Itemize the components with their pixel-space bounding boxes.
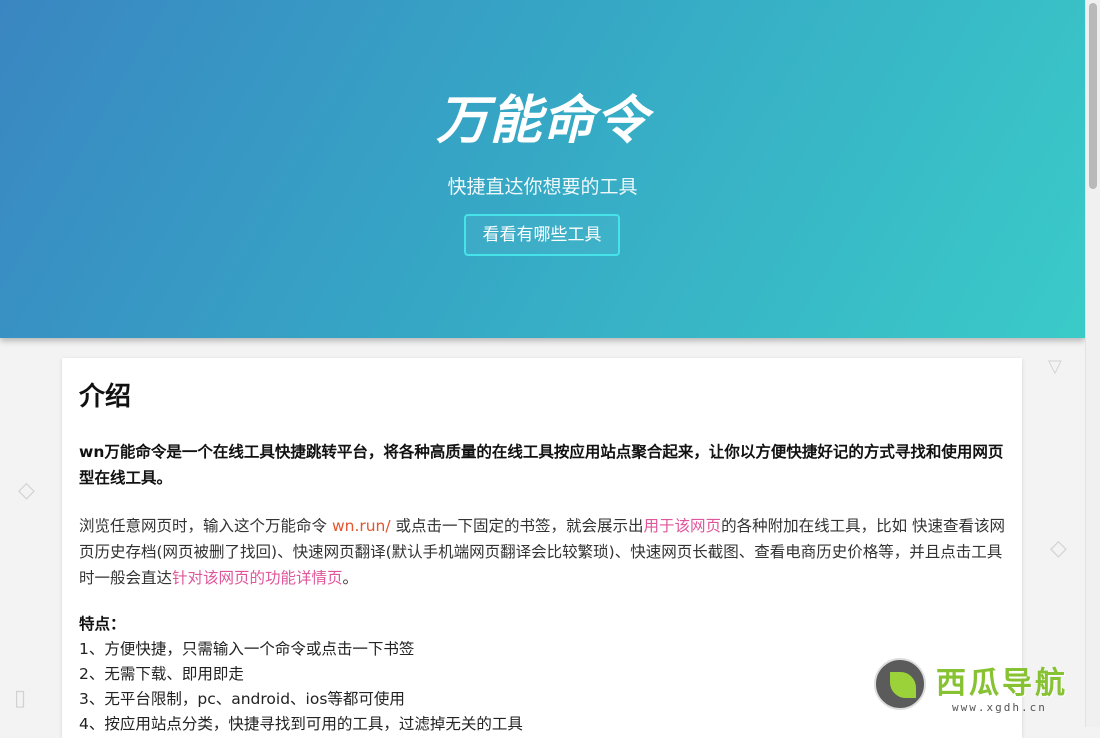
- site-title: 万能命令: [436, 91, 649, 151]
- intro-paragraph: 浏览任意网页时，输入这个万能命令 wn.run/ 或点击一下固定的书签，就会展示…: [79, 513, 1005, 591]
- feature-item: 4、按应用站点分类，快捷寻找到可用的工具，过滤掉无关的工具: [79, 715, 523, 733]
- feature-item: 1、方便快捷，只需输入一个命令或点击一下书签: [79, 640, 415, 658]
- site-subtitle: 快捷直达你想要的工具: [447, 176, 638, 198]
- feature-item: 3、无平台限制，pc、android、ios等都可使用: [79, 690, 405, 708]
- para-text-1: 浏览任意网页时，输入这个万能命令: [79, 517, 332, 535]
- watermark-url: www.xgdh.cn: [952, 701, 1047, 714]
- wn-run-link[interactable]: wn.run/: [332, 517, 391, 535]
- features-title: 特点：: [79, 615, 126, 633]
- feature-detail-link[interactable]: 针对该网页的功能详情页: [172, 569, 343, 587]
- triangle-decoration-icon: ▽: [1048, 356, 1062, 377]
- diamond-decoration-icon-2: ◇: [1050, 536, 1067, 561]
- watermark-name: 西瓜导航: [936, 666, 1068, 701]
- intro-lead: wn万能命令是一个在线工具快捷跳转平台，将各种高质量的在线工具按应用站点聚合起来…: [79, 443, 1004, 487]
- intro-heading: 介绍: [79, 382, 132, 412]
- for-this-page-link[interactable]: 用于该网页: [644, 517, 722, 535]
- hero-banner: 万能命令 快捷直达你想要的工具 看看有哪些工具: [0, 0, 1085, 338]
- scrollbar-thumb[interactable]: [1089, 3, 1097, 189]
- feature-item: 2、无需下载、即用即走: [79, 665, 244, 683]
- para-text-4: 。: [342, 569, 359, 587]
- diamond-decoration-icon: ◇: [18, 478, 35, 503]
- watermark-logo-icon: [874, 658, 926, 710]
- xigua-watermark: 西瓜导航 www.xgdh.cn: [872, 656, 1090, 720]
- bar-decoration-icon: ▯: [14, 686, 27, 711]
- page-scrollbar[interactable]: [1085, 0, 1100, 727]
- view-tools-button[interactable]: 看看有哪些工具: [464, 214, 620, 256]
- para-text-2: 或点击一下固定的书签，就会展示出: [390, 517, 644, 535]
